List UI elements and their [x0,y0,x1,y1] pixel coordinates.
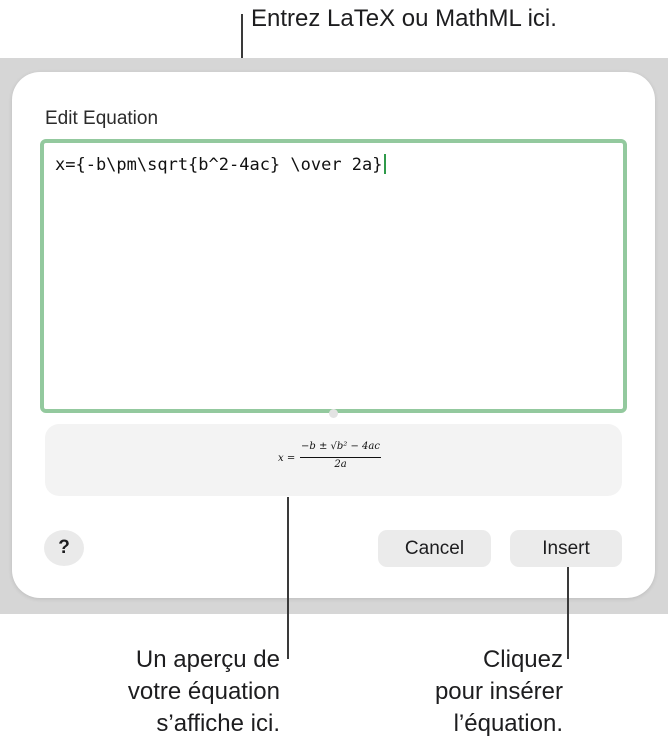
callout-insert-line-2: pour insérer [434,678,563,705]
fraction-bar [300,457,381,458]
callout-preview-line-1: Un aperçu de [135,646,280,673]
equation-text: x={-b\pm\sqrt{b^2-4ac} \over 2a} [55,155,383,175]
equation-lhs: x = [278,453,296,464]
equation-denominator: 2a [334,459,347,470]
callout-preview-line-3: s’affiche ici. [156,710,280,737]
insert-button[interactable]: Insert [510,530,622,567]
cancel-button[interactable]: Cancel [378,530,491,567]
callout-line-preview [287,497,289,659]
callout-insert-line-1: Cliquez [482,646,563,673]
text-caret [383,154,386,174]
callout-latex-input: Entrez LaTeX ou MathML ici. [251,5,557,32]
callout-insert-line-3: l’équation. [453,710,563,737]
help-button[interactable]: ? [44,530,84,566]
equation-text-wrapper: x={-b\pm\sqrt{b^2-4ac} \over 2a} [55,153,386,177]
callout-line-insert [567,567,569,659]
resize-handle[interactable] [329,409,338,418]
equation-input[interactable]: x={-b\pm\sqrt{b^2-4ac} \over 2a} [40,139,627,413]
dialog-title: Edit Equation [45,108,159,129]
callout-preview-line-2: votre équation [127,678,280,705]
equation-numerator: −b ± √b² − 4ac [301,441,380,452]
